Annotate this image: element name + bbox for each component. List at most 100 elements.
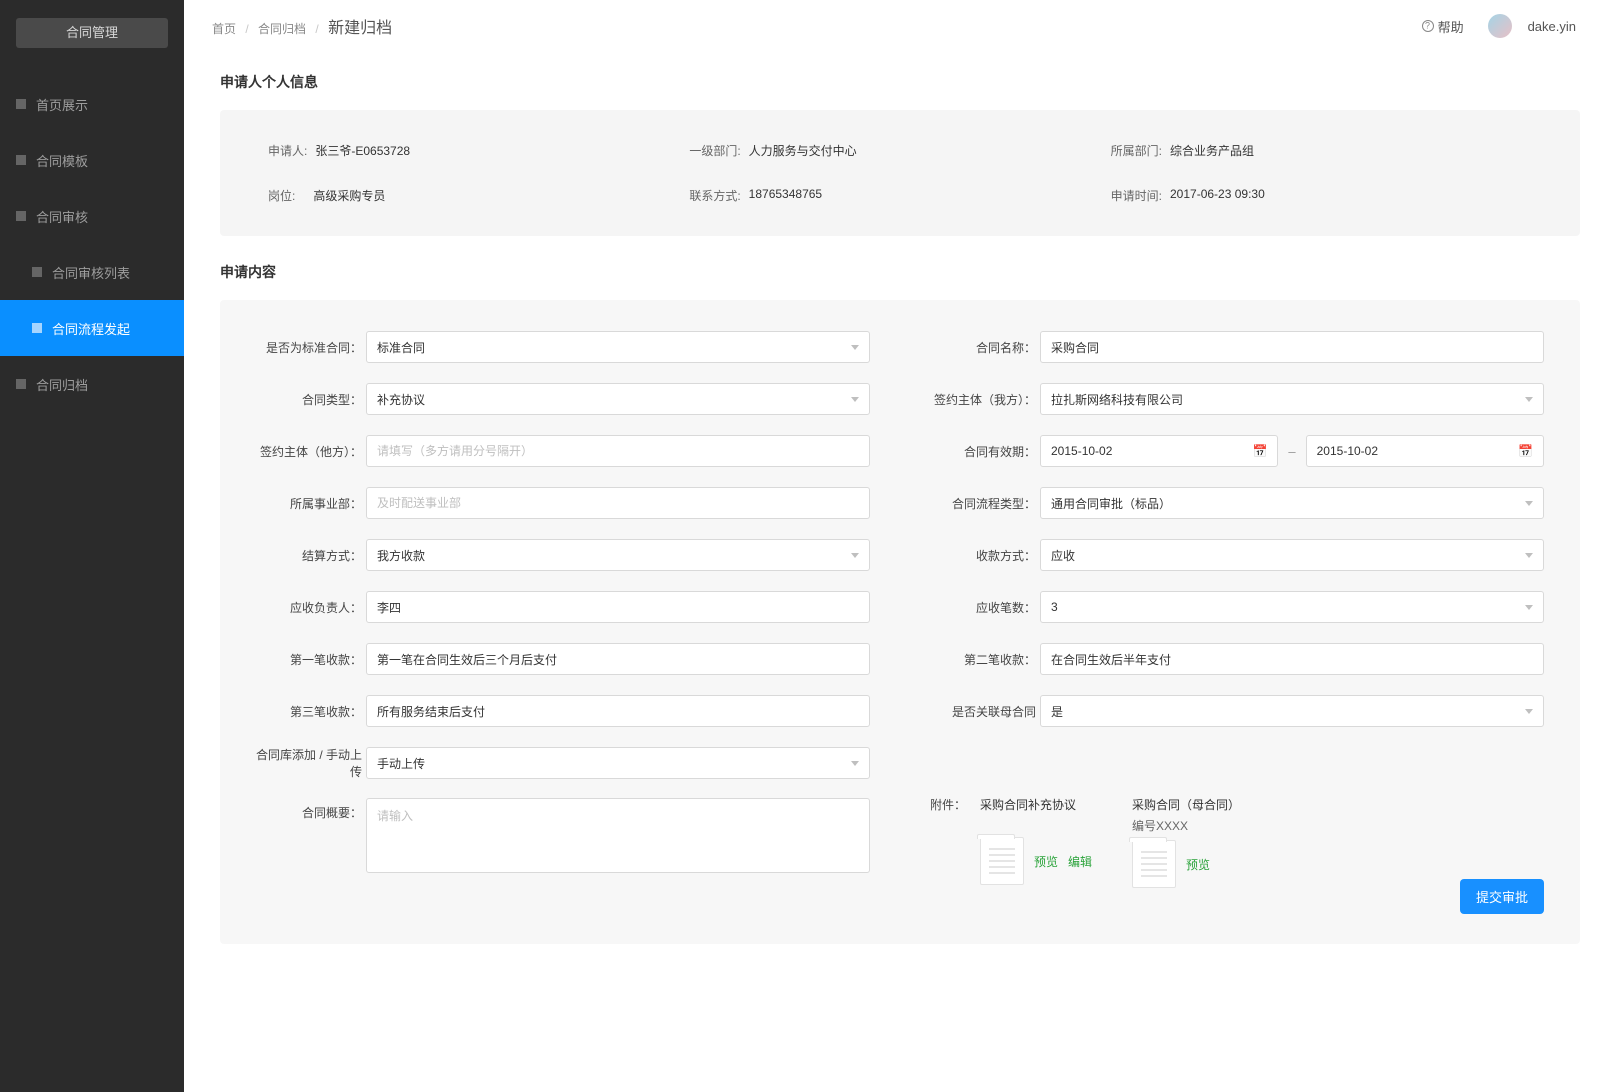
- bu-input[interactable]: [366, 487, 870, 519]
- sidebar-item-label: 合同审核列表: [52, 263, 130, 282]
- dash-sep: –: [1288, 444, 1295, 459]
- chevron-down-icon: [1525, 553, 1533, 558]
- sidebar-item-label: 合同流程发起: [52, 319, 130, 338]
- bu-label: 所属事业部：: [256, 495, 366, 512]
- their-input[interactable]: [366, 435, 870, 467]
- chevron-down-icon: [1525, 605, 1533, 610]
- square-icon: [16, 379, 26, 389]
- chevron-down-icon: [1525, 397, 1533, 402]
- summary-label: 合同概要：: [256, 798, 366, 821]
- sidebar-item-review[interactable]: 合同审核: [0, 188, 184, 244]
- attach-card-1: 采购合同补充协议 预览 编辑: [980, 796, 1092, 888]
- attach-label: 附件：: [930, 796, 980, 813]
- chevron-down-icon: [851, 761, 859, 766]
- square-icon: [32, 267, 42, 277]
- breadcrumb-current: 新建归档: [328, 20, 392, 37]
- document-icon: [980, 837, 1024, 885]
- upload-select[interactable]: 手动上传: [366, 747, 870, 779]
- chevron-down-icon: [851, 553, 859, 558]
- is-std-select[interactable]: 标准合同: [366, 331, 870, 363]
- preview-link[interactable]: 预览: [1034, 853, 1058, 870]
- settle-select[interactable]: 我方收款: [366, 539, 870, 571]
- sidebar-item-templates[interactable]: 合同模板: [0, 132, 184, 188]
- calendar-icon: 📅: [1252, 444, 1267, 458]
- contract-name-input[interactable]: [1040, 331, 1544, 363]
- pay1-label: 第一笔收款：: [256, 651, 366, 668]
- contact-value: 18765348765: [749, 187, 822, 204]
- sidebar-item-review-list[interactable]: 合同审核列表: [0, 244, 184, 300]
- sidebar-item-label: 合同审核: [36, 207, 88, 226]
- section-title-applicant: 申请人个人信息: [220, 72, 1580, 92]
- attach-sub: [980, 817, 1092, 831]
- topbar: 首页 / 合同归档 / 新建归档 帮助 dake.yin: [184, 0, 1604, 60]
- applytime-label: 申请时间:: [1111, 187, 1162, 204]
- link-select[interactable]: 是: [1040, 695, 1544, 727]
- avatar[interactable]: [1488, 14, 1512, 38]
- pay1-input[interactable]: [366, 643, 870, 675]
- chevron-down-icon: [851, 345, 859, 350]
- chevron-down-icon: [1525, 501, 1533, 506]
- main: 首页 / 合同归档 / 新建归档 帮助 dake.yin 申请人个人信息 申请人…: [184, 0, 1604, 1092]
- period-label: 合同有效期：: [930, 443, 1040, 460]
- sidebar-item-archive[interactable]: 合同归档: [0, 356, 184, 412]
- link-label: 是否关联母合同: [930, 703, 1040, 720]
- flow-label: 合同流程类型：: [930, 495, 1040, 512]
- applicant-name-label: 申请人:: [268, 142, 307, 159]
- breadcrumb-home[interactable]: 首页: [212, 22, 236, 36]
- date-to-input[interactable]: 2015-10-02📅: [1306, 435, 1544, 467]
- applicant-panel: 申请人:张三爷-E0653728 一级部门:人力服务与交付中心 所属部门:综合业…: [220, 110, 1580, 236]
- sidebar-item-flow-start[interactable]: 合同流程发起: [0, 300, 184, 356]
- breadcrumb-sep: /: [315, 22, 318, 36]
- sidebar-title: 合同管理: [16, 18, 168, 48]
- our-select[interactable]: 拉扎斯网络科技有限公司: [1040, 383, 1544, 415]
- edit-link[interactable]: 编辑: [1068, 853, 1092, 870]
- form-panel: 是否为标准合同：标准合同 合同类型：补充协议 签约主体（他方）： 所属事业部： …: [220, 300, 1580, 944]
- sidebar-item-home[interactable]: 首页展示: [0, 76, 184, 132]
- owner-label: 应收负责人：: [256, 599, 366, 616]
- breadcrumb: 首页 / 合同归档 / 新建归档: [212, 14, 392, 38]
- attach-title: 采购合同（母合同）: [1132, 796, 1240, 813]
- pay3-label: 第三笔收款：: [256, 703, 366, 720]
- settle-label: 结算方式：: [256, 547, 366, 564]
- square-icon: [16, 99, 26, 109]
- sidebar-item-label: 合同模板: [36, 151, 88, 170]
- pay3-input[interactable]: [366, 695, 870, 727]
- summary-textarea[interactable]: [366, 798, 870, 873]
- square-icon: [16, 155, 26, 165]
- sidebar: 合同管理 首页展示 合同模板 合同审核 合同审核列表 合同流程发起 合同归档: [0, 0, 184, 1092]
- recv-select[interactable]: 应收: [1040, 539, 1544, 571]
- sidebar-item-label: 首页展示: [36, 95, 88, 114]
- type-label: 合同类型：: [256, 391, 366, 408]
- post-value: 高级采购专员: [313, 187, 385, 204]
- owndept-value: 综合业务产品组: [1170, 142, 1254, 159]
- owner-input[interactable]: [366, 591, 870, 623]
- flow-select[interactable]: 通用合同审批（标品）: [1040, 487, 1544, 519]
- preview-link[interactable]: 预览: [1186, 856, 1210, 873]
- chevron-down-icon: [1525, 709, 1533, 714]
- breadcrumb-sep: /: [245, 22, 248, 36]
- square-icon: [32, 323, 42, 333]
- attach-card-2: 采购合同（母合同） 编号XXXX 预览: [1132, 796, 1240, 888]
- square-icon: [16, 211, 26, 221]
- attach-title: 采购合同补充协议: [980, 796, 1092, 813]
- applytime-value: 2017-06-23 09:30: [1170, 187, 1265, 204]
- is-std-label: 是否为标准合同：: [256, 339, 366, 356]
- help-link[interactable]: 帮助: [1422, 17, 1464, 36]
- date-from-input[interactable]: 2015-10-02📅: [1040, 435, 1278, 467]
- dept1-value: 人力服务与交付中心: [749, 142, 857, 159]
- submit-button[interactable]: 提交审批: [1460, 879, 1544, 914]
- count-select[interactable]: 3: [1040, 591, 1544, 623]
- pay2-input[interactable]: [1040, 643, 1544, 675]
- document-icon: [1132, 840, 1176, 888]
- section-title-form: 申请内容: [220, 262, 1580, 282]
- help-icon: [1422, 20, 1434, 32]
- their-label: 签约主体（他方）：: [256, 443, 366, 460]
- applicant-name: 张三爷-E0653728: [315, 142, 410, 159]
- type-select[interactable]: 补充协议: [366, 383, 870, 415]
- sidebar-item-label: 合同归档: [36, 375, 88, 394]
- breadcrumb-mid[interactable]: 合同归档: [258, 22, 306, 36]
- user-name[interactable]: dake.yin: [1528, 19, 1576, 34]
- dept1-label: 一级部门:: [689, 142, 740, 159]
- count-label: 应收笔数：: [930, 599, 1040, 616]
- upload-label: 合同库添加 / 手动上传: [256, 746, 366, 780]
